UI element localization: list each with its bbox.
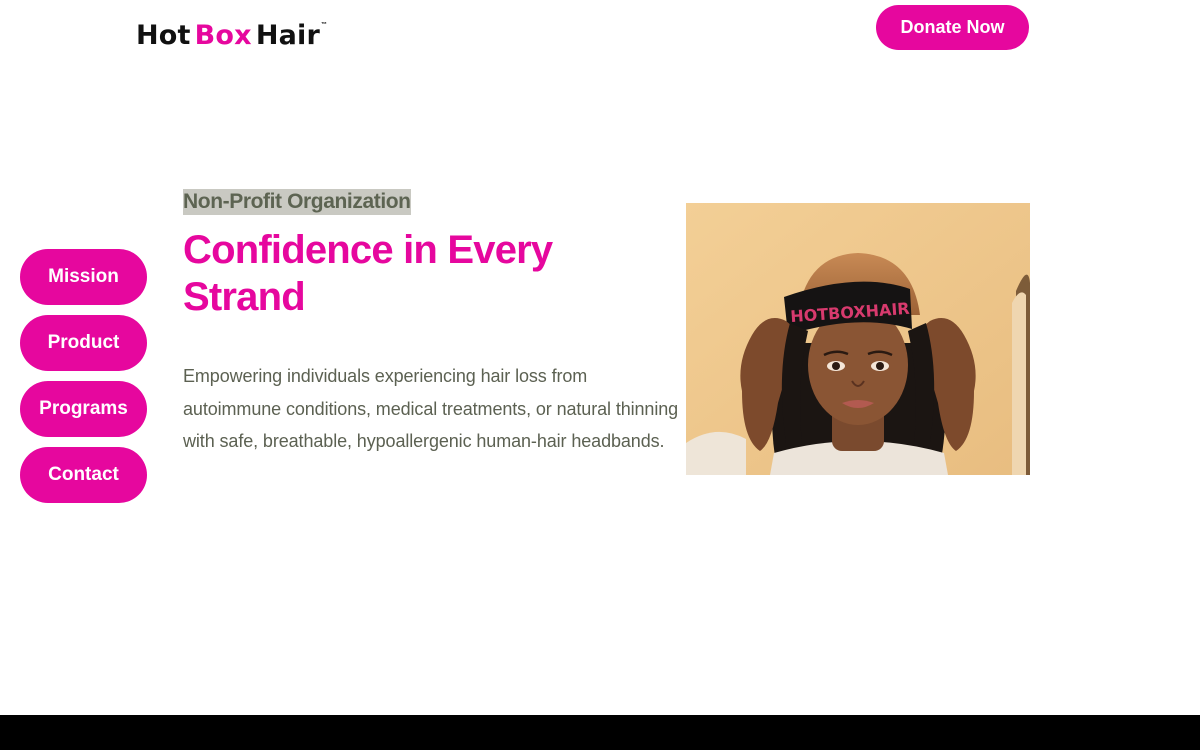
- hero-photo-woman-wearing-headband: HOTBOXHAIR: [686, 203, 1030, 475]
- nav-mission-button[interactable]: Mission: [20, 249, 147, 305]
- hero-description: Empowering individuals experiencing hair…: [183, 366, 679, 451]
- logo-text-hair: Hair: [255, 20, 320, 51]
- hero-photo-illustration: HOTBOXHAIR: [686, 203, 1030, 475]
- hero-title: Confidence in Every Strand: [183, 228, 553, 319]
- side-nav: Mission Product Programs Contact: [20, 249, 147, 513]
- logo-text-hot: Hot: [136, 20, 191, 51]
- hotboxhair-logo[interactable]: Hot Box Hair ™: [136, 20, 327, 54]
- page: Hot Box Hair ™ Donate Now Mission Produc…: [0, 0, 1200, 750]
- nav-programs-button[interactable]: Programs: [20, 381, 147, 437]
- logo-trademark: ™: [321, 22, 328, 28]
- organization-type-label: Non-Profit Organization: [183, 189, 411, 215]
- nav-product-button[interactable]: Product: [20, 315, 147, 371]
- nav-contact-button[interactable]: Contact: [20, 447, 147, 503]
- donate-now-button[interactable]: Donate Now: [876, 5, 1029, 50]
- footer-bar: [0, 715, 1200, 750]
- logo-text-box: Box: [194, 20, 252, 51]
